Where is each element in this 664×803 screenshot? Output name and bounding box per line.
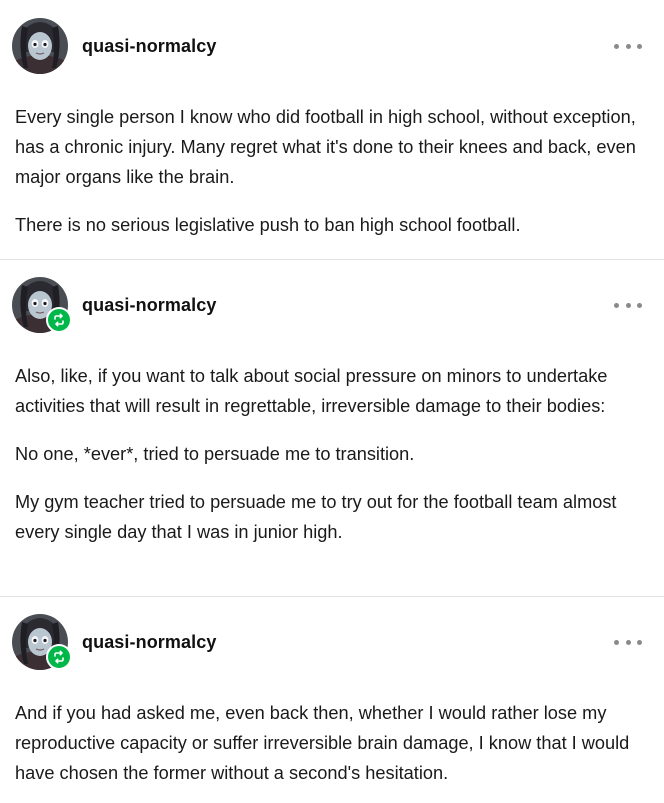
post-paragraph: My gym teacher tried to persuade me to t… (15, 492, 617, 542)
post: quasi-normalcy Every single person I kno… (0, 0, 664, 259)
more-options-icon[interactable] (614, 635, 642, 649)
post-body: Every single person I know who did footb… (0, 102, 664, 240)
post: quasi-normalcy And if you had asked me, … (0, 596, 664, 803)
username[interactable]: quasi-normalcy (82, 36, 216, 57)
post-paragraph: Also, like, if you want to talk about so… (15, 366, 608, 416)
post-paragraph: Every single person I know who did footb… (15, 107, 636, 187)
post-body: And if you had asked me, even back then,… (0, 698, 664, 788)
more-options-icon[interactable] (614, 298, 642, 312)
reblog-icon (46, 644, 72, 670)
avatar[interactable] (12, 18, 68, 74)
username[interactable]: quasi-normalcy (82, 295, 216, 316)
post-paragraph: No one, *ever*, tried to persuade me to … (15, 444, 415, 464)
username[interactable]: quasi-normalcy (82, 632, 216, 653)
post: quasi-normalcy Also, like, if you want t… (0, 259, 664, 596)
post-header: quasi-normalcy (0, 597, 664, 687)
post-body: Also, like, if you want to talk about so… (0, 361, 664, 547)
post-header: quasi-normalcy (0, 260, 664, 350)
post-header: quasi-normalcy (0, 0, 664, 90)
reblog-icon (46, 307, 72, 333)
post-paragraph: There is no serious legislative push to … (15, 215, 521, 235)
avatar-icon (12, 18, 68, 74)
more-options-icon[interactable] (614, 39, 642, 53)
post-paragraph: And if you had asked me, even back then,… (15, 703, 630, 783)
